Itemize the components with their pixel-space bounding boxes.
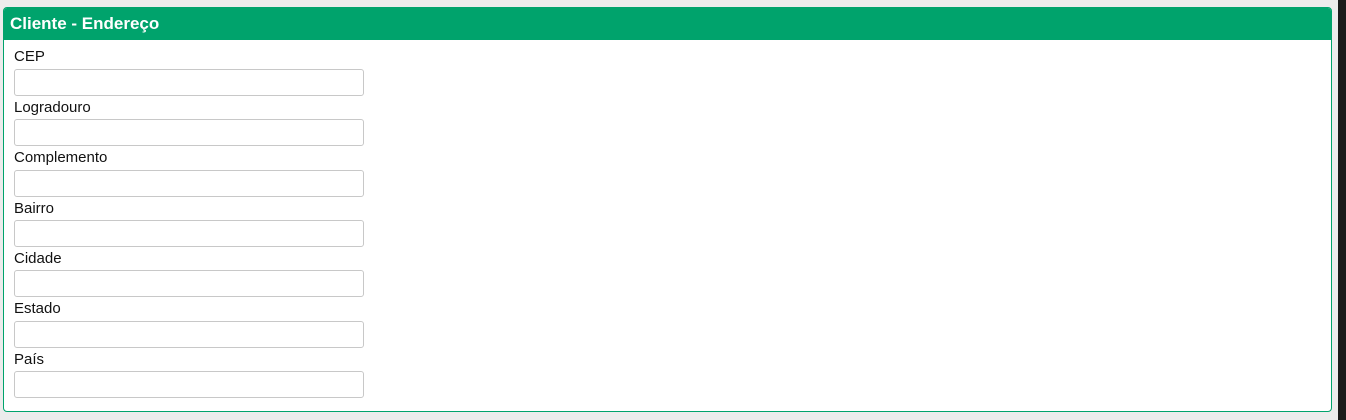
logradouro-label: Logradouro — [14, 99, 91, 116]
complemento-label: Complemento — [14, 149, 108, 166]
address-panel: Cliente - Endereço CEP Logradouro Comple… — [3, 7, 1332, 412]
cidade-input[interactable] — [14, 270, 364, 297]
window-edge — [1338, 0, 1346, 420]
estado-label: Estado — [14, 300, 61, 317]
cep-input[interactable] — [14, 69, 364, 96]
panel-title: Cliente - Endereço — [4, 8, 1331, 40]
bairro-input[interactable] — [14, 220, 364, 247]
pais-input[interactable] — [14, 371, 364, 398]
complemento-input[interactable] — [14, 170, 364, 197]
bairro-label: Bairro — [14, 200, 55, 217]
estado-input[interactable] — [14, 321, 364, 348]
logradouro-input[interactable] — [14, 119, 364, 146]
pais-label: País — [14, 351, 45, 368]
cidade-label: Cidade — [14, 250, 62, 267]
cep-label: CEP — [14, 48, 45, 65]
